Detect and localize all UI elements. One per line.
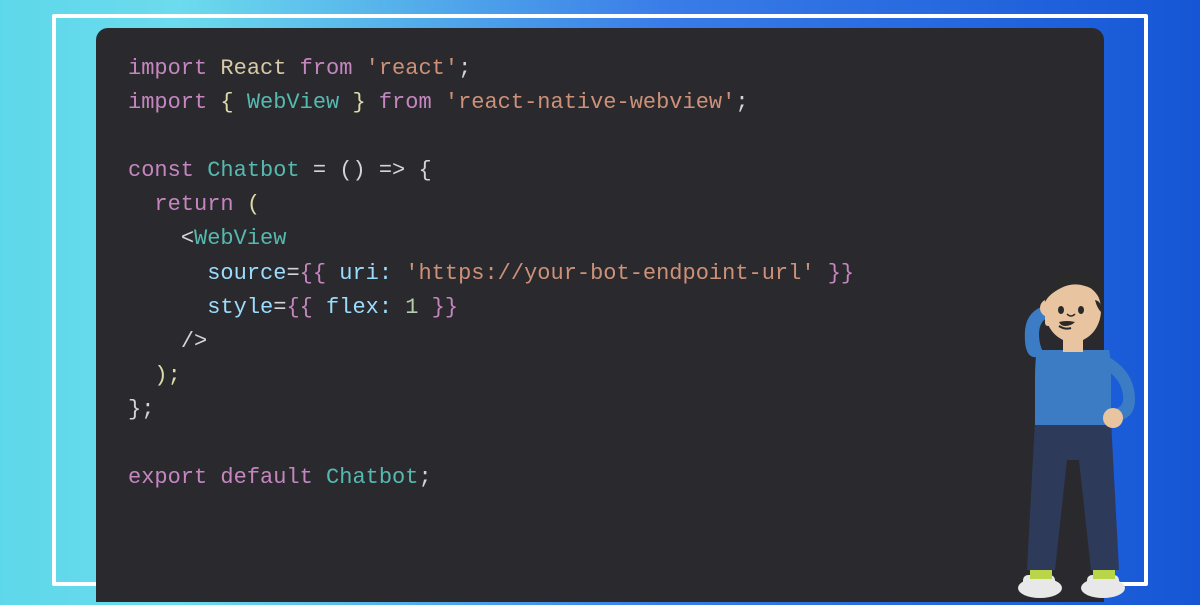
equals: =: [273, 295, 286, 320]
keyword-import: import: [128, 90, 207, 115]
equals: =: [286, 261, 299, 286]
person-icon: [985, 260, 1165, 600]
string: 'https://your-bot-endpoint-url': [392, 261, 814, 286]
brace: }}: [815, 261, 855, 286]
code-panel: import React from 'react'; import { WebV…: [96, 28, 1104, 602]
keyword-export: export: [128, 465, 207, 490]
code-line-6: <WebView: [128, 222, 1072, 256]
indent: [128, 295, 207, 320]
paren: );: [154, 363, 180, 388]
brace: {: [207, 90, 247, 115]
jsx-close: />: [181, 329, 207, 354]
indent: [128, 261, 207, 286]
class-name: WebView: [194, 226, 286, 251]
code-line-7: source={{ uri: 'https://your-bot-endpoin…: [128, 257, 1072, 291]
number: 1: [392, 295, 418, 320]
class-name: Chatbot: [313, 465, 419, 490]
brace: {{: [286, 295, 326, 320]
key: flex:: [326, 295, 392, 320]
brace: {{: [300, 261, 340, 286]
code-line-11: };: [128, 393, 1072, 427]
keyword-from: from: [379, 90, 432, 115]
code-line-8: style={{ flex: 1 }}: [128, 291, 1072, 325]
key: uri:: [339, 261, 392, 286]
attribute: source: [207, 261, 286, 286]
code-line-4: const Chatbot = () => {: [128, 154, 1072, 188]
punctuation: ;: [458, 56, 471, 81]
keyword-default: default: [207, 465, 313, 490]
string: 'react-native-webview': [432, 90, 736, 115]
keyword-from: from: [300, 56, 353, 81]
jsx-open: <: [181, 226, 194, 251]
punctuation: ;: [418, 465, 431, 490]
code-line-5: return (: [128, 188, 1072, 222]
keyword-const: const: [128, 158, 194, 183]
attribute: style: [207, 295, 273, 320]
code-line-9: />: [128, 325, 1072, 359]
code-line-2: import { WebView } from 'react-native-we…: [128, 86, 1072, 120]
keyword-return: return: [154, 192, 233, 217]
keyword-import: import: [128, 56, 207, 81]
outer-frame: import React from 'react'; import { WebV…: [52, 14, 1148, 586]
brace: }}: [418, 295, 458, 320]
code-line-empty: [128, 427, 1072, 461]
paren: (: [234, 192, 260, 217]
indent: [128, 329, 181, 354]
arrow-fn: = () => {: [313, 158, 432, 183]
code-line-13: export default Chatbot;: [128, 461, 1072, 495]
code-line-empty: [128, 120, 1072, 154]
class-name: WebView: [247, 90, 339, 115]
indent: [128, 363, 154, 388]
string: 'react': [352, 56, 458, 81]
identifier: React: [207, 56, 299, 81]
code-line-1: import React from 'react';: [128, 52, 1072, 86]
indent: [128, 226, 181, 251]
indent: [128, 192, 154, 217]
class-name: Chatbot: [194, 158, 313, 183]
punctuation: ;: [735, 90, 748, 115]
brace: }: [339, 90, 379, 115]
code-line-10: );: [128, 359, 1072, 393]
brace: };: [128, 397, 154, 422]
thinking-person-illustration: [985, 260, 1165, 600]
